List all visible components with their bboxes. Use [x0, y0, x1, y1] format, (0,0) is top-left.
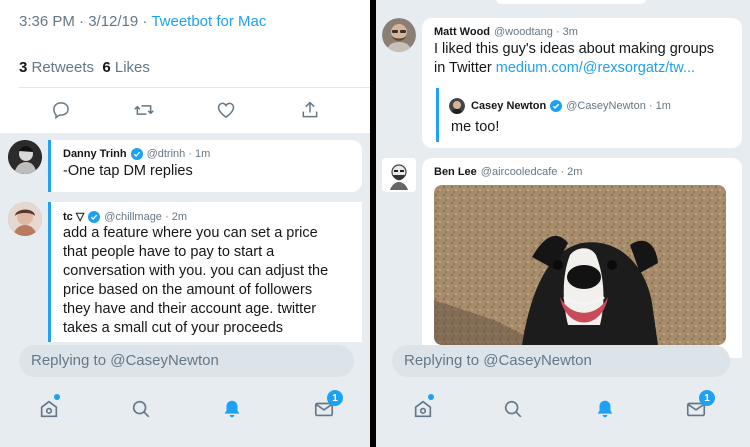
tweet-detail: 3:36 PM · 3/12/19 · Tweetbot for Mac 3 R…: [0, 0, 370, 133]
text-line: in Twitter medium.com/@rexsorgatz/tw...: [434, 59, 714, 78]
reply-card[interactable]: Danny Trinh @dtrinh · 1m -One tap DM rep…: [48, 140, 362, 192]
retweet-icon[interactable]: [130, 96, 158, 124]
timestamp: 3:36 PM · 3/12/19 ·: [19, 13, 152, 30]
tweet-meta: 3:36 PM · 3/12/19 · Tweetbot for Mac: [19, 13, 266, 30]
author-name[interactable]: Ben Lee: [434, 166, 477, 178]
avatar[interactable]: [382, 18, 416, 52]
author-handle[interactable]: @aircooledcafe · 2m: [481, 166, 583, 178]
avatar[interactable]: [8, 202, 42, 236]
tweet-text: I liked this guy's ideas about making gr…: [434, 40, 714, 78]
text-line: they have and their account age. twitter: [63, 301, 317, 317]
tab-bar: 1: [376, 388, 750, 432]
retweets-label[interactable]: Retweets: [27, 59, 102, 76]
text-line: I liked this guy's ideas about making gr…: [434, 41, 715, 57]
search-icon: [132, 400, 150, 418]
tab-home[interactable]: [410, 394, 436, 422]
reply-input[interactable]: Replying to @CaseyNewton: [19, 345, 354, 377]
tab-messages[interactable]: 1: [311, 390, 343, 422]
author-name[interactable]: tc ▽: [63, 210, 84, 223]
avatar[interactable]: [449, 98, 465, 114]
text-line: conversation with you. you can adjust th…: [63, 263, 329, 279]
author-handle[interactable]: @woodtang · 3m: [494, 26, 578, 38]
text-line: that people have to pay to start a: [63, 244, 275, 260]
scroll-edge: [496, 0, 646, 4]
text-line: add a feature where you can set a price: [63, 225, 318, 241]
right-pane: Matt Wood @woodtang · 3m I liked this gu…: [376, 0, 750, 447]
article-link[interactable]: medium.com/@rexsorgatz/tw...: [496, 60, 695, 76]
verified-icon: [88, 210, 101, 223]
client-link[interactable]: Tweetbot for Mac: [151, 13, 266, 30]
likes-label[interactable]: Likes: [111, 59, 150, 76]
bell-icon: [597, 400, 613, 418]
search-icon: [504, 400, 522, 418]
new-indicator-dot: [428, 394, 434, 400]
author-handle[interactable]: @dtrinh · 1m: [147, 148, 211, 160]
tab-bar: 1: [0, 388, 370, 432]
tab-notifications[interactable]: [592, 396, 618, 422]
home-icon: [40, 400, 58, 418]
avatar[interactable]: [8, 140, 42, 174]
left-pane: 3:36 PM · 3/12/19 · Tweetbot for Mac 3 R…: [0, 0, 370, 447]
tweet-header: Matt Wood @woodtang · 3m: [434, 26, 578, 38]
reply-text: add a feature where you can set a price …: [63, 224, 328, 338]
tweet-photo[interactable]: [434, 185, 726, 345]
text-span: in Twitter: [434, 60, 496, 76]
dog-photo: [434, 185, 726, 345]
author-name[interactable]: Matt Wood: [434, 26, 490, 38]
tab-search[interactable]: [128, 396, 154, 422]
like-icon[interactable]: [212, 96, 240, 124]
tweet-stats: 3 Retweets 6 Likes: [19, 59, 150, 76]
verified-icon: [550, 100, 563, 112]
reply-text: -One tap DM replies: [63, 163, 193, 179]
text-line: takes a small cut of your proceeds: [63, 320, 284, 336]
reply-header: tc ▽ @chillmage · 2m: [63, 210, 187, 223]
avatar[interactable]: [382, 158, 416, 192]
tweet-card[interactable]: Ben Lee @aircooledcafe · 2m: [422, 158, 742, 358]
divider: [19, 87, 370, 88]
quote-header: Casey Newton @CaseyNewton · 1m: [449, 98, 671, 114]
author-name[interactable]: Danny Trinh: [63, 148, 127, 160]
action-bar: [0, 96, 370, 126]
author-handle[interactable]: @CaseyNewton · 1m: [566, 100, 671, 112]
bell-icon: [224, 400, 240, 418]
tab-home[interactable]: [36, 394, 62, 422]
text-line: price based on the amount of followers: [63, 282, 313, 298]
author-handle[interactable]: @chillmage · 2m: [104, 211, 187, 223]
author-name[interactable]: Casey Newton: [471, 100, 546, 112]
home-icon: [414, 400, 432, 418]
tweet-card[interactable]: Matt Wood @woodtang · 3m I liked this gu…: [422, 18, 742, 148]
reply-icon[interactable]: [47, 96, 75, 124]
reply-header: Danny Trinh @dtrinh · 1m: [63, 148, 210, 160]
messages-badge: 1: [327, 390, 343, 406]
quote-text: me too!: [451, 119, 500, 135]
reply-card[interactable]: tc ▽ @chillmage · 2m add a feature where…: [48, 202, 362, 342]
tab-messages[interactable]: 1: [683, 390, 715, 422]
messages-badge: 1: [699, 390, 715, 406]
new-indicator-dot: [54, 394, 60, 400]
share-icon[interactable]: [296, 96, 324, 124]
quoted-reply[interactable]: Casey Newton @CaseyNewton · 1m me too!: [436, 88, 726, 142]
verified-icon: [130, 148, 143, 160]
tab-search[interactable]: [500, 396, 526, 422]
like-count[interactable]: 6: [102, 59, 110, 76]
tab-notifications[interactable]: [219, 396, 245, 422]
tweet-header: Ben Lee @aircooledcafe · 2m: [434, 166, 582, 178]
reply-input[interactable]: Replying to @CaseyNewton: [392, 345, 730, 377]
